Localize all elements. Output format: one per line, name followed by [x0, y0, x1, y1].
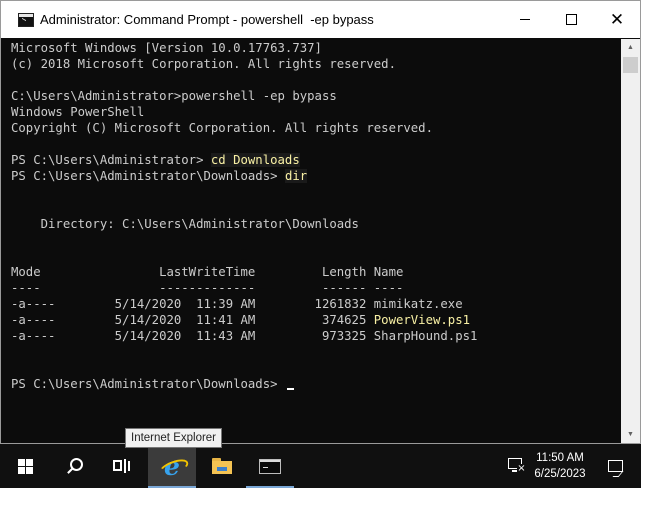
console-line: -a---- 5/14/2020 11:43 AM 973325 SharpHo…: [11, 328, 621, 344]
scroll-thumb[interactable]: [623, 57, 638, 73]
internet-explorer-icon: e: [164, 451, 180, 481]
console-command: cd Downloads: [210, 153, 300, 167]
console-prompt: PS C:\Users\Administrator\Downloads>: [11, 169, 285, 183]
clock-time: 11:50 AM: [536, 452, 584, 464]
file-row-details: -a---- 5/14/2020 11:43 AM 973325: [11, 329, 374, 343]
start-button[interactable]: [0, 444, 50, 488]
console-line: Microsoft Windows [Version 10.0.17763.73…: [11, 41, 322, 55]
close-icon: ✕: [609, 10, 625, 29]
command-prompt-icon[interactable]: [18, 12, 34, 27]
windows-start-icon: [17, 458, 33, 474]
text-cursor[interactable]: [286, 388, 294, 390]
console-line: Copyright (C) Microsoft Corporation. All…: [11, 121, 433, 135]
file-explorer-icon: [212, 458, 232, 474]
console-line: PS C:\Users\Administrator\Downloads>: [11, 376, 621, 392]
clock-date: 6/25/2023: [534, 468, 586, 480]
maximize-button[interactable]: [548, 1, 594, 38]
console-line: Mode LastWriteTime Length Name: [11, 265, 404, 279]
search-button[interactable]: [50, 444, 98, 488]
file-name: SharpHound.ps1: [373, 329, 478, 343]
minimize-button[interactable]: [502, 1, 548, 38]
file-name: mimikatz.exe: [373, 297, 463, 311]
console-prompt: PS C:\Users\Administrator\Downloads>: [11, 377, 285, 391]
console-window[interactable]: Administrator: Command Prompt - powershe…: [0, 0, 641, 444]
console-line: PS C:\Users\Administrator> cd Downloads: [11, 152, 621, 168]
console-output[interactable]: Microsoft Windows [Version 10.0.17763.73…: [11, 40, 621, 440]
minimize-icon: [520, 19, 530, 20]
taskbar-internet-explorer[interactable]: e: [148, 444, 196, 488]
maximize-icon: [565, 14, 577, 25]
file-name: PowerView.ps1: [373, 313, 471, 327]
file-row-details: -a---- 5/14/2020 11:39 AM 1261832: [11, 297, 374, 311]
notification-icon: [607, 460, 623, 472]
console-line: -a---- 5/14/2020 11:41 AM 374625 PowerVi…: [11, 312, 621, 328]
command-prompt-icon: [259, 458, 281, 474]
taskbar-clock[interactable]: 11:50 AM 6/25/2023: [529, 444, 591, 488]
console-prompt: PS C:\Users\Administrator>: [11, 153, 211, 167]
screen: Administrator: Command Prompt - powershe…: [0, 0, 664, 508]
scroll-up-arrow-icon[interactable]: ▲: [621, 39, 640, 56]
title-bar[interactable]: Administrator: Command Prompt - powershe…: [1, 1, 640, 38]
console-line: ---- ------------- ------ ----: [11, 281, 404, 295]
file-row-details: -a---- 5/14/2020 11:41 AM 374625: [11, 313, 374, 327]
scroll-down-arrow-icon[interactable]: ▼: [621, 426, 640, 443]
window-controls: ✕: [502, 1, 640, 38]
search-icon: [66, 458, 83, 474]
console-line: PS C:\Users\Administrator\Downloads> dir: [11, 168, 621, 184]
console-line: -a---- 5/14/2020 11:39 AM 1261832 mimika…: [11, 296, 621, 312]
console-line: C:\Users\Administrator>powershell -ep by…: [11, 89, 337, 103]
console-line: Directory: C:\Users\Administrator\Downlo…: [11, 217, 359, 231]
window-title: Administrator: Command Prompt - powershe…: [40, 12, 374, 27]
console-line: (c) 2018 Microsoft Corporation. All righ…: [11, 57, 396, 71]
network-disconnected-icon: ×: [508, 458, 526, 474]
close-button[interactable]: ✕: [594, 1, 640, 38]
taskbar-file-explorer[interactable]: [198, 444, 246, 488]
taskbar-command-prompt[interactable]: [246, 444, 294, 488]
network-status-button[interactable]: ×: [505, 444, 529, 488]
task-view-icon: [113, 458, 131, 474]
console-command: dir: [284, 169, 308, 183]
console-line: Windows PowerShell: [11, 105, 145, 119]
notification-center-button[interactable]: [593, 444, 637, 488]
vertical-scrollbar[interactable]: ▲ ▼: [621, 39, 640, 443]
tooltip: Internet Explorer: [125, 428, 223, 448]
task-view-button[interactable]: [98, 444, 146, 488]
